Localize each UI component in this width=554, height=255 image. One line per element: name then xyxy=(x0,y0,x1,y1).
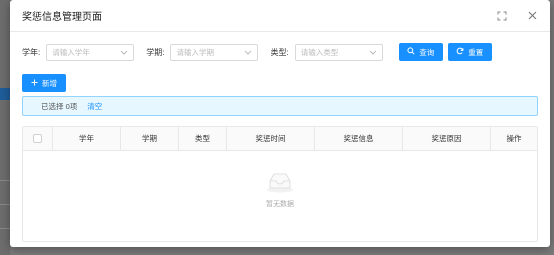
column-header[interactable]: 学年 xyxy=(53,127,121,150)
column-header[interactable]: 奖惩信息 xyxy=(315,127,403,150)
column-header[interactable]: 奖惩时间 xyxy=(227,127,315,150)
empty-state: 暂无数据 xyxy=(23,171,537,209)
refresh-icon xyxy=(456,47,464,57)
background-divider xyxy=(0,228,10,229)
background-page xyxy=(0,0,10,255)
chevron-down-icon xyxy=(120,48,128,57)
empty-text: 暂无数据 xyxy=(266,201,294,208)
dialog-header: 奖惩信息管理页面 xyxy=(10,0,550,32)
close-icon[interactable] xyxy=(526,10,538,22)
chevron-down-icon xyxy=(369,48,377,57)
type-field: 类型: 请输入类型 xyxy=(270,43,383,61)
fullscreen-icon[interactable] xyxy=(496,10,508,22)
column-header[interactable]: 奖惩原因 xyxy=(403,127,491,150)
year-field: 学年: 请输入学年 xyxy=(22,43,135,61)
selection-count: 已选择 0项 xyxy=(41,101,78,111)
type-label: 类型: xyxy=(270,47,289,57)
select-all-cell xyxy=(23,127,53,150)
background-divider xyxy=(0,180,10,181)
term-label: 学期: xyxy=(146,47,165,57)
filter-form: 学年: 请输入学年 学期: 请输入学期 类型: 请输入类型 查询 重置 xyxy=(22,42,538,62)
plus-icon xyxy=(31,79,38,88)
type-placeholder: 请输入类型 xyxy=(300,47,339,57)
background-divider xyxy=(0,204,10,205)
search-icon xyxy=(407,47,415,57)
year-select[interactable]: 请输入学年 xyxy=(46,43,135,61)
term-field: 学期: 请输入学期 xyxy=(146,43,259,61)
data-table: 学年 学期 类型 奖惩时间 奖惩信息 奖惩原因 操作 暂无数据 xyxy=(22,126,538,242)
query-label: 查询 xyxy=(419,47,435,57)
clear-selection-link[interactable]: 清空 xyxy=(87,101,102,112)
add-button[interactable]: 新增 xyxy=(22,74,66,92)
empty-inbox-icon xyxy=(265,171,295,195)
column-header[interactable]: 操作 xyxy=(491,127,537,150)
background-nav-highlight xyxy=(0,88,10,100)
term-select[interactable]: 请输入学期 xyxy=(170,43,259,61)
term-placeholder: 请输入学期 xyxy=(176,47,214,57)
column-header[interactable]: 类型 xyxy=(179,127,227,150)
table-header: 学年 学期 类型 奖惩时间 奖惩信息 奖惩原因 操作 xyxy=(23,127,537,151)
selection-alert: 已选择 0项 清空 xyxy=(22,96,538,116)
chevron-down-icon xyxy=(244,48,252,57)
reset-button[interactable]: 重置 xyxy=(447,43,492,61)
reset-label: 重置 xyxy=(468,47,484,57)
query-button[interactable]: 查询 xyxy=(398,43,443,61)
column-header[interactable]: 学期 xyxy=(121,127,179,150)
year-placeholder: 请输入学年 xyxy=(52,47,90,57)
add-label: 新增 xyxy=(42,78,57,88)
type-select[interactable]: 请输入类型 xyxy=(294,43,383,61)
select-all-checkbox[interactable] xyxy=(33,134,42,143)
reward-punishment-dialog: 奖惩信息管理页面 学年: 请输入学年 学期: 请输入学期 类型: 请输入类型 查… xyxy=(10,0,550,247)
dialog-title: 奖惩信息管理页面 xyxy=(22,12,102,23)
year-label: 学年: xyxy=(22,47,41,57)
